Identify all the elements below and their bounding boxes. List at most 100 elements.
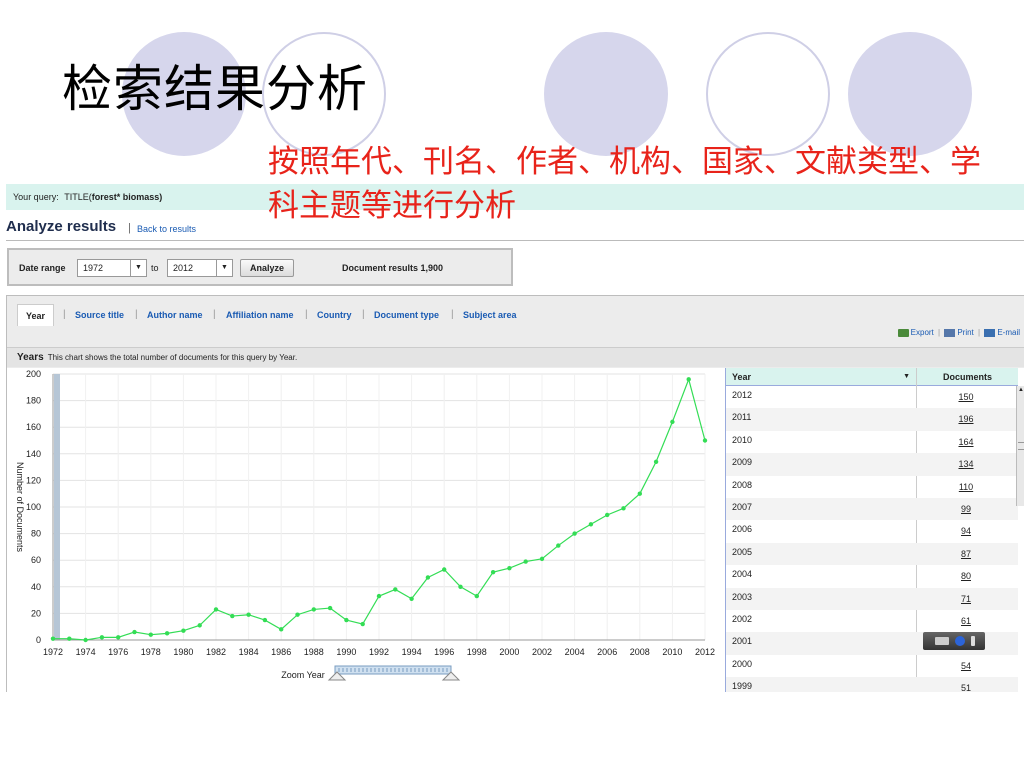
- data-point[interactable]: [279, 627, 284, 632]
- tab-document-type[interactable]: Document type: [374, 304, 439, 326]
- table-cell-documents-link[interactable]: 150: [916, 392, 1016, 402]
- data-point[interactable]: [702, 438, 708, 443]
- tab-separator: |: [63, 309, 66, 320]
- tab-affiliation-name[interactable]: Affiliation name: [226, 304, 294, 326]
- data-point[interactable]: [539, 556, 545, 562]
- data-point[interactable]: [376, 593, 382, 599]
- x-tick-label: 2010: [662, 647, 682, 657]
- export-link[interactable]: Export: [911, 328, 934, 337]
- tab-subject-area[interactable]: Subject area: [463, 304, 517, 326]
- title-divider: [6, 240, 1024, 241]
- help-icon[interactable]: [955, 636, 965, 646]
- query-prefix: Your query:: [13, 192, 59, 202]
- data-point[interactable]: [653, 459, 659, 464]
- y-zoom-bar[interactable]: [54, 374, 60, 640]
- decor-circle-5: [848, 32, 972, 156]
- table-scrollbar[interactable]: ▲: [1016, 386, 1024, 506]
- table-cell-documents-link[interactable]: 71: [916, 594, 1016, 604]
- data-point[interactable]: [507, 565, 512, 571]
- analyze-button[interactable]: Analyze: [240, 259, 294, 277]
- data-point[interactable]: [490, 569, 496, 575]
- data-point[interactable]: [262, 617, 268, 623]
- data-point[interactable]: [686, 377, 691, 382]
- x-tick-label: 1976: [108, 647, 128, 657]
- data-point[interactable]: [197, 623, 202, 628]
- table-cell-documents-link[interactable]: 110: [916, 482, 1016, 492]
- x-tick-label: 1984: [239, 647, 259, 657]
- data-point[interactable]: [474, 593, 479, 599]
- table-cell-documents-link[interactable]: 87: [916, 549, 1016, 559]
- tab-year[interactable]: Year: [17, 304, 55, 326]
- data-point[interactable]: [360, 621, 365, 627]
- data-point[interactable]: [246, 612, 251, 617]
- table-row: 1999 51: [726, 677, 1018, 692]
- data-point[interactable]: [311, 607, 316, 612]
- table-cell-documents-link[interactable]: 94: [916, 526, 1016, 536]
- data-point[interactable]: [116, 635, 121, 640]
- table-cell-documents-link[interactable]: 134: [916, 459, 1016, 469]
- data-point[interactable]: [588, 522, 594, 527]
- tab-country[interactable]: Country: [317, 304, 352, 326]
- zoom-year-slider[interactable]: [334, 665, 452, 675]
- data-point[interactable]: [523, 559, 528, 564]
- export-tools: Export | Print | E-mail: [897, 328, 1020, 337]
- data-point[interactable]: [67, 636, 72, 641]
- data-point[interactable]: [327, 605, 333, 611]
- data-point[interactable]: [556, 543, 561, 548]
- table-cell-documents-link[interactable]: 61: [916, 616, 1016, 626]
- tab-author-name[interactable]: Author name: [147, 304, 203, 326]
- table-row: 2009 134: [726, 453, 1018, 476]
- y-tick-label: 40: [31, 582, 41, 592]
- data-point[interactable]: [99, 635, 105, 640]
- floating-toolbar[interactable]: [923, 632, 985, 650]
- data-point[interactable]: [164, 631, 170, 636]
- table-cell-documents-link[interactable]: 80: [916, 571, 1016, 581]
- y-tick-label: 200: [26, 369, 41, 379]
- tab-source-title[interactable]: Source title: [75, 304, 124, 326]
- back-to-results-link[interactable]: Back to results: [137, 224, 196, 234]
- y-tick-label: 160: [26, 422, 41, 432]
- data-point[interactable]: [425, 575, 431, 580]
- data-point[interactable]: [637, 491, 642, 496]
- data-point[interactable]: [132, 629, 137, 635]
- table-cell-documents-link[interactable]: 196: [916, 414, 1016, 424]
- data-point[interactable]: [409, 596, 414, 601]
- table-cell-documents-link[interactable]: 54: [916, 661, 1016, 671]
- slide-subtitle: 按照年代、刊名、作者、机构、国家、文献类型、学科主题等进行分析: [268, 144, 981, 224]
- data-point[interactable]: [670, 419, 675, 425]
- date-to-select[interactable]: 2012 ▼: [167, 259, 233, 277]
- data-point[interactable]: [605, 512, 610, 518]
- table-cell-documents-link[interactable]: 51: [916, 683, 1016, 692]
- tab-separator: |: [135, 309, 138, 320]
- data-point[interactable]: [344, 617, 349, 623]
- data-point[interactable]: [83, 637, 88, 643]
- keyboard-icon[interactable]: [935, 637, 949, 645]
- table-cell-documents-link[interactable]: 99: [916, 504, 1016, 514]
- table-header-documents[interactable]: Documents: [916, 368, 1018, 386]
- tab-separator: |: [305, 309, 308, 320]
- data-point[interactable]: [295, 612, 300, 617]
- decor-circle-4: [706, 32, 830, 156]
- data-point[interactable]: [621, 506, 626, 511]
- email-link[interactable]: E-mail: [997, 328, 1020, 337]
- table-cell-documents-link[interactable]: 164: [916, 437, 1016, 447]
- table-row: 2006 94: [726, 520, 1018, 542]
- menu-icon[interactable]: [971, 636, 975, 646]
- scroll-grip[interactable]: [1018, 442, 1024, 450]
- data-point[interactable]: [572, 531, 577, 536]
- table-header-year-label: Year: [732, 372, 752, 382]
- table-header-year[interactable]: Year ▼: [726, 368, 916, 386]
- scroll-up-icon[interactable]: ▲: [1017, 386, 1024, 395]
- data-point[interactable]: [213, 607, 219, 612]
- print-link[interactable]: Print: [957, 328, 973, 337]
- data-point[interactable]: [442, 567, 447, 572]
- data-point[interactable]: [230, 613, 235, 619]
- chevron-down-icon: ▼: [130, 260, 146, 276]
- data-point[interactable]: [393, 587, 398, 592]
- y-axis-label: Number of Documents: [15, 462, 25, 553]
- data-point[interactable]: [148, 632, 153, 637]
- data-point[interactable]: [50, 636, 56, 641]
- data-point[interactable]: [181, 628, 186, 633]
- date-from-select[interactable]: 1972 ▼: [77, 259, 147, 277]
- data-point[interactable]: [458, 584, 463, 589]
